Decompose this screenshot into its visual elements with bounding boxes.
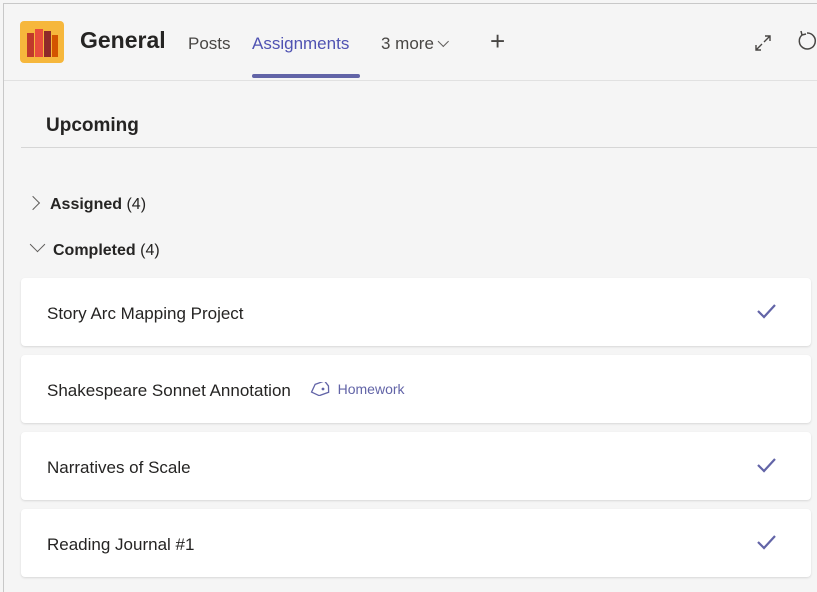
category-tag: Homework: [310, 381, 405, 397]
assignment-title-row: Shakespeare Sonnet Annotation Homework: [47, 381, 405, 401]
assigned-group-toggle[interactable]: Assigned (4): [25, 195, 147, 214]
checkmark-icon: [757, 535, 776, 550]
app-frame: General Posts Assignments 3 more + Upcom…: [3, 3, 817, 592]
add-tab-icon[interactable]: +: [490, 28, 505, 54]
assignment-card[interactable]: Reading Journal #1: [21, 509, 811, 577]
tag-icon: [310, 382, 329, 396]
team-logo: [20, 21, 64, 63]
active-tab-indicator: [252, 74, 360, 78]
assigned-label: Assigned: [50, 196, 123, 213]
channel-header: General Posts Assignments 3 more +: [4, 4, 817, 81]
channel-title: General: [80, 27, 166, 53]
assigned-count: (4): [126, 196, 147, 213]
chevron-right-icon: [25, 195, 41, 211]
completed-count: (4): [140, 242, 160, 259]
tab-assignments[interactable]: Assignments: [252, 34, 349, 54]
checkmark-icon: [757, 458, 776, 473]
tag-label: Homework: [337, 381, 405, 397]
expand-icon[interactable]: [752, 32, 774, 54]
completed-group-toggle[interactable]: Completed (4): [26, 236, 160, 260]
tab-more-label: 3 more: [381, 34, 434, 53]
assignment-title: Story Arc Mapping Project: [47, 304, 244, 323]
tab-more-dropdown[interactable]: 3 more: [381, 34, 449, 54]
assignment-title: Shakespeare Sonnet Annotation: [47, 381, 291, 400]
section-divider: [21, 147, 817, 148]
completed-label: Completed: [53, 242, 136, 259]
upcoming-heading: Upcoming: [46, 115, 139, 136]
checkmark-icon: [757, 304, 776, 319]
assignment-card[interactable]: Narratives of Scale: [21, 432, 811, 500]
chevron-down-icon: [29, 236, 46, 253]
assignment-card[interactable]: Story Arc Mapping Project: [21, 278, 811, 346]
assignment-card[interactable]: Shakespeare Sonnet Annotation Homework: [21, 355, 811, 423]
tab-posts[interactable]: Posts: [188, 34, 231, 54]
refresh-icon[interactable]: [796, 30, 817, 52]
assignment-title: Reading Journal #1: [47, 535, 195, 554]
assignment-title: Narratives of Scale: [47, 458, 191, 477]
chevron-down-icon: [437, 35, 449, 48]
